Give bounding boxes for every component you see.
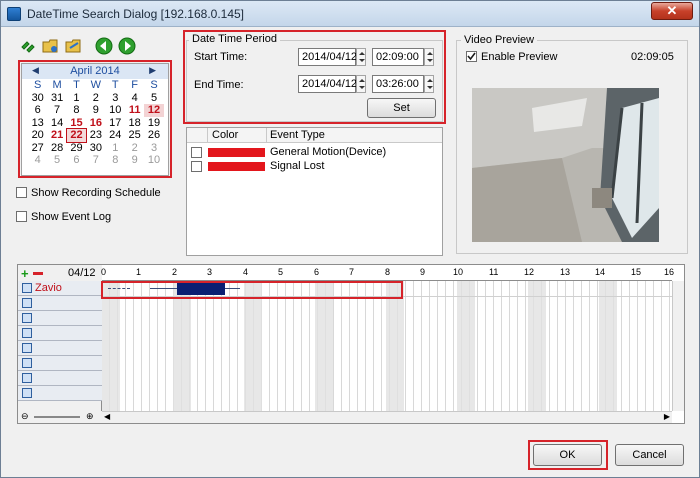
hour-tick: 4 [243, 267, 249, 277]
timeline-horizontal-scrollbar[interactable]: ◀ ▶ [102, 411, 672, 423]
preview-time: 02:09:05 [631, 51, 674, 63]
export-icon[interactable] [65, 37, 83, 55]
hour-tick: 3 [207, 267, 213, 277]
video-preview-image [472, 88, 659, 242]
show-event-log-label: Show Event Log [31, 211, 112, 223]
enable-preview-checkbox[interactable] [466, 51, 477, 62]
camera-frame-image [472, 88, 659, 242]
video-preview-title: Video Preview [461, 34, 538, 46]
datetime-search-dialog: DateTime Search Dialog [192.168.0.145] ✕… [0, 0, 700, 478]
remove-icon[interactable] [33, 272, 43, 275]
scroll-left-icon[interactable]: ◀ [104, 412, 110, 421]
hour-tick: 1 [136, 267, 142, 277]
camera-icon [22, 343, 32, 353]
camera-row[interactable] [18, 371, 102, 386]
camera-icon [22, 328, 32, 338]
camera-row[interactable] [18, 356, 102, 371]
hour-band [599, 281, 617, 411]
hour-ruler: 0 1 2 3 4 5 6 7 8 9 10 11 12 13 14 15 16 [101, 265, 675, 281]
column-header-color[interactable]: Color [212, 129, 238, 142]
close-button[interactable]: ✕ [651, 2, 693, 20]
event-type-label: General Motion(Device) [270, 146, 387, 158]
window-title: DateTime Search Dialog [192.168.0.145] [27, 7, 245, 21]
hour-band [244, 281, 262, 411]
hour-tick: 15 [631, 267, 642, 277]
camera-icon [22, 298, 32, 308]
camera-icon [22, 388, 32, 398]
zoom-slider[interactable] [34, 416, 80, 418]
hour-tick: 0 [101, 267, 107, 277]
camera-icon [22, 358, 32, 368]
ok-button-highlight [528, 440, 608, 470]
camera-row[interactable] [18, 326, 102, 341]
event-color-swatch [208, 148, 265, 157]
camera-row[interactable] [18, 296, 102, 311]
hour-band [315, 281, 333, 411]
camera-row[interactable] [18, 386, 102, 401]
hour-tick: 10 [453, 267, 464, 277]
event-checkbox[interactable] [191, 147, 202, 158]
date-time-period-highlight [183, 30, 446, 124]
hour-band [386, 281, 404, 411]
camera-row[interactable]: Zavio [18, 281, 102, 296]
camera-icon [22, 373, 32, 383]
calendar-highlight [18, 60, 172, 178]
add-icon[interactable]: + [21, 266, 29, 281]
event-type-table: Color Event Type General Motion(Device) … [186, 127, 443, 256]
timeline-vertical-scrollbar[interactable] [672, 281, 684, 411]
hour-band [102, 281, 120, 411]
camera-icon [22, 283, 32, 293]
hour-tick: 16 [664, 267, 675, 277]
camera-row[interactable] [18, 341, 102, 356]
show-recording-schedule-label: Show Recording Schedule [31, 187, 161, 199]
header-divider [266, 128, 267, 143]
event-checkbox[interactable] [191, 161, 202, 172]
event-color-swatch [208, 162, 265, 171]
hour-tick: 7 [349, 267, 355, 277]
hour-tick: 14 [595, 267, 606, 277]
zoom-out-icon[interactable]: ⊖ [21, 411, 29, 422]
zoom-control: ⊖ ⊕ [18, 411, 102, 423]
camera-list: Zavio [18, 281, 102, 411]
timeline-toolbar: + 04/12 [18, 265, 102, 281]
timeline-highlight [101, 281, 403, 299]
hour-band [457, 281, 475, 411]
hour-tick: 11 [489, 267, 499, 277]
hour-tick: 12 [524, 267, 535, 277]
column-header-event-type[interactable]: Event Type [270, 129, 325, 142]
event-table-header: Color Event Type [187, 128, 442, 143]
hour-band [173, 281, 191, 411]
event-type-label: Signal Lost [270, 160, 325, 172]
checkmark-icon [467, 52, 476, 61]
previous-icon[interactable] [95, 37, 113, 55]
timeline-date: 04/12 [68, 267, 96, 279]
scroll-right-icon[interactable]: ▶ [664, 412, 670, 421]
hour-tick: 13 [560, 267, 571, 277]
camera-icon [22, 313, 32, 323]
cancel-button[interactable]: Cancel [615, 444, 684, 466]
enable-preview-label: Enable Preview [481, 51, 558, 63]
open-folder-icon[interactable] [42, 37, 60, 55]
zoom-in-icon[interactable]: ⊕ [86, 411, 94, 422]
link-icon[interactable] [19, 37, 37, 55]
camera-row[interactable] [18, 311, 102, 326]
app-icon [7, 7, 21, 21]
hour-tick: 5 [278, 267, 284, 277]
show-event-log-checkbox[interactable] [16, 211, 27, 222]
timeline-grid[interactable] [102, 281, 672, 411]
next-icon[interactable] [118, 37, 136, 55]
hour-band [528, 281, 546, 411]
title-bar: DateTime Search Dialog [192.168.0.145] ✕ [1, 1, 699, 27]
hour-tick: 2 [172, 267, 178, 277]
hour-tick: 6 [314, 267, 320, 277]
hour-tick: 8 [385, 267, 391, 277]
header-divider [207, 128, 208, 143]
show-recording-schedule-checkbox[interactable] [16, 187, 27, 198]
camera-name: Zavio [35, 282, 62, 294]
hour-tick: 9 [420, 267, 426, 277]
